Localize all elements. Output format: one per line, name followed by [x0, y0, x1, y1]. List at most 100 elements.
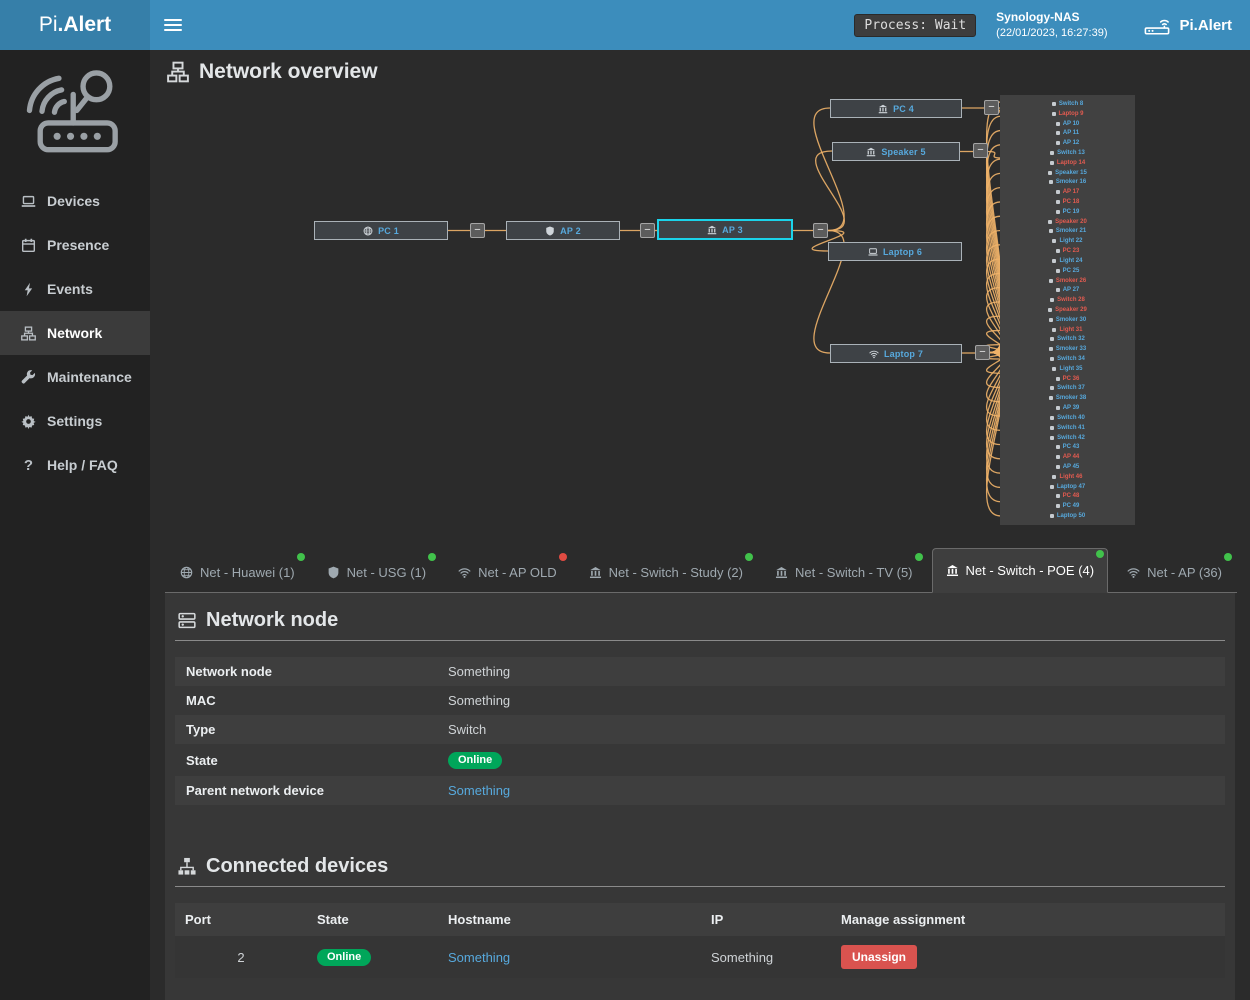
divider — [175, 640, 1225, 641]
device-list-item[interactable]: Smoker 26 — [1000, 276, 1135, 286]
sidebar-item-network[interactable]: Network — [0, 311, 150, 355]
table-header-row: PortStateHostnameIPManage assignment — [175, 903, 1225, 936]
shield-icon — [545, 226, 555, 236]
device-list-item[interactable]: AP 45 — [1000, 462, 1135, 472]
globe-icon — [363, 226, 373, 236]
sidebar-item-label: Network — [47, 325, 102, 341]
device-list-item[interactable]: Laptop 9 — [1000, 109, 1135, 119]
device-icon — [1049, 396, 1053, 400]
device-list-item[interactable]: AP 12 — [1000, 138, 1135, 148]
device-list-item[interactable]: Light 22 — [1000, 236, 1135, 246]
sidebar-item-maintenance[interactable]: Maintenance — [0, 355, 150, 399]
device-list-item[interactable]: AP 17 — [1000, 187, 1135, 197]
device-list-item[interactable]: AP 11 — [1000, 128, 1135, 138]
app-logo[interactable]: Pi.Alert — [0, 0, 150, 50]
tab-net-switch-tv-5[interactable]: Net - Switch - TV (5) — [762, 552, 926, 592]
hostname-link[interactable]: Something — [448, 950, 510, 965]
network-tabs: Net - Huawei (1)Net - USG (1) Net - AP OL… — [165, 548, 1237, 593]
device-icon — [1056, 455, 1060, 459]
tab-net-switch-study-2[interactable]: Net - Switch - Study (2) — [576, 552, 756, 592]
device-label: PC 48 — [1063, 493, 1080, 499]
device-list-item[interactable]: PC 25 — [1000, 266, 1135, 276]
collapse-connector[interactable]: − — [640, 223, 655, 238]
device-list-item[interactable]: PC 18 — [1000, 197, 1135, 207]
device-list-item[interactable]: Smoker 21 — [1000, 227, 1135, 237]
sidebar-item-devices[interactable]: Devices — [0, 179, 150, 223]
device-list-item[interactable]: PC 49 — [1000, 501, 1135, 511]
collapse-connector[interactable]: − — [973, 143, 988, 158]
device-list-item[interactable]: AP 44 — [1000, 452, 1135, 462]
header-brand[interactable]: Pi.Alert — [1125, 0, 1250, 50]
device-list-item[interactable]: Switch 28 — [1000, 295, 1135, 305]
device-list-item[interactable]: Switch 37 — [1000, 384, 1135, 394]
unassign-button[interactable]: Unassign — [841, 945, 917, 969]
collapse-connector[interactable]: − — [975, 345, 990, 360]
diagram-node-ap-2[interactable]: AP 2 — [506, 221, 620, 240]
collapse-connector[interactable]: − — [813, 223, 828, 238]
tab-net-ap-old[interactable]: Net - AP OLD — [445, 552, 570, 592]
device-list-item[interactable]: Switch 42 — [1000, 433, 1135, 443]
sidebar-item-presence[interactable]: Presence — [0, 223, 150, 267]
network-overview-section: Network overview Switch 8Laptop 9AP 10AP… — [150, 50, 1250, 548]
bolt-icon — [21, 282, 36, 297]
device-list-item[interactable]: Switch 40 — [1000, 413, 1135, 423]
sitemap-icon — [177, 857, 197, 876]
diagram-node-pc-1[interactable]: PC 1 — [314, 221, 448, 240]
tab-net-ap-36[interactable]: Net - AP (36) — [1114, 552, 1235, 592]
sidebar-item-settings[interactable]: Settings — [0, 399, 150, 443]
device-list-item[interactable]: Light 24 — [1000, 256, 1135, 266]
laptop-icon — [21, 194, 36, 209]
collapse-connector[interactable]: − — [470, 223, 485, 238]
tab-label: Net - AP OLD — [478, 565, 557, 580]
device-list-item[interactable]: Speaker 20 — [1000, 217, 1135, 227]
device-list-item[interactable]: Light 31 — [1000, 325, 1135, 335]
diagram-node-laptop-7[interactable]: Laptop 7 — [830, 344, 962, 363]
node-label: PC 4 — [893, 104, 914, 114]
device-list-item[interactable]: PC 48 — [1000, 492, 1135, 502]
device-list-item[interactable]: Switch 32 — [1000, 335, 1135, 345]
device-list-item[interactable]: Smoker 38 — [1000, 393, 1135, 403]
diagram-node-laptop-6[interactable]: Laptop 6 — [828, 242, 962, 261]
router-icon — [1143, 16, 1171, 35]
column-header-port: Port — [175, 903, 307, 936]
device-list-item[interactable]: Smoker 33 — [1000, 344, 1135, 354]
device-list-item[interactable]: Smoker 16 — [1000, 178, 1135, 188]
device-icon — [1050, 337, 1054, 341]
tab-net-huawei-1[interactable]: Net - Huawei (1) — [167, 552, 308, 592]
tab-net-usg-1[interactable]: Net - USG (1) — [314, 552, 439, 592]
device-list-item[interactable]: PC 36 — [1000, 374, 1135, 384]
device-list-item[interactable]: AP 27 — [1000, 285, 1135, 295]
device-list-item[interactable]: Light 46 — [1000, 472, 1135, 482]
device-list-item[interactable]: AP 39 — [1000, 403, 1135, 413]
diagram-node-pc-4[interactable]: PC 4 — [830, 99, 962, 118]
device-list-item[interactable]: Light 35 — [1000, 364, 1135, 374]
device-list-item[interactable]: PC 43 — [1000, 442, 1135, 452]
device-list-item[interactable]: Switch 41 — [1000, 423, 1135, 433]
tab-label: Net - Switch - TV (5) — [795, 565, 913, 580]
device-list-item[interactable]: Switch 8 — [1000, 99, 1135, 109]
device-list-item[interactable]: PC 23 — [1000, 246, 1135, 256]
device-list-item[interactable]: Switch 13 — [1000, 148, 1135, 158]
device-list-item[interactable]: Speaker 15 — [1000, 168, 1135, 178]
parent-device-link[interactable]: Something — [448, 783, 510, 798]
device-list-item[interactable]: PC 19 — [1000, 207, 1135, 217]
node-detail-row: TypeSwitch — [175, 715, 1225, 744]
hamburger-menu-button[interactable] — [150, 0, 196, 50]
device-list-item[interactable]: Laptop 47 — [1000, 482, 1135, 492]
device-icon — [1052, 239, 1056, 243]
diagram-node-speaker-5[interactable]: Speaker 5 — [832, 142, 960, 161]
device-list-item[interactable]: AP 10 — [1000, 119, 1135, 129]
sidebar-item-events[interactable]: Events — [0, 267, 150, 311]
tab-net-switch-poe-4[interactable]: Net - Switch - POE (4) — [932, 548, 1109, 593]
hub-icon — [946, 564, 959, 577]
device-list-item[interactable]: Speaker 29 — [1000, 305, 1135, 315]
device-label: Smoker 21 — [1056, 228, 1086, 234]
device-list-item[interactable]: Smoker 30 — [1000, 315, 1135, 325]
sidebar-item-label: Devices — [47, 193, 100, 209]
diagram-node-ap-3[interactable]: AP 3 — [657, 219, 793, 240]
device-list-item[interactable]: Laptop 14 — [1000, 158, 1135, 168]
collapse-connector[interactable]: − — [984, 100, 999, 115]
device-list-item[interactable]: Laptop 50 — [1000, 511, 1135, 521]
device-list-item[interactable]: Switch 34 — [1000, 354, 1135, 364]
sidebar-item-help-faq[interactable]: ? Help / FAQ — [0, 443, 150, 487]
